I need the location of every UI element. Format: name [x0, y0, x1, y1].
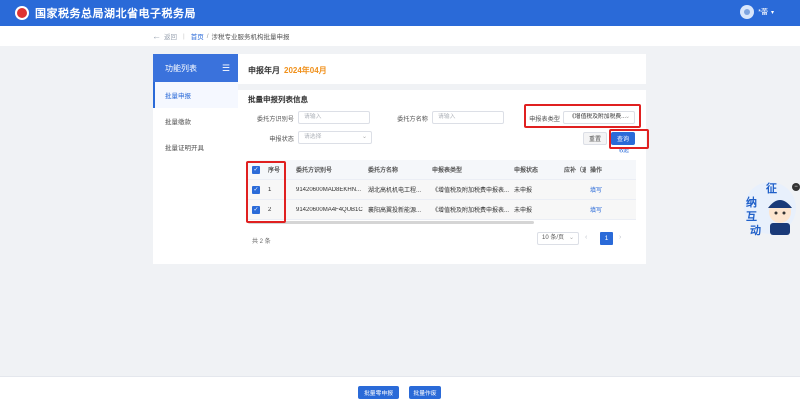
sidebar-item-label[interactable]: 批量缴款 — [165, 116, 191, 126]
chevron-down-icon[interactable]: ⌄ — [569, 233, 574, 244]
row-checkbox[interactable]: ✓ — [248, 185, 264, 194]
chevron-down-icon[interactable]: ⌄ — [362, 132, 367, 143]
next-page-icon[interactable]: › — [619, 234, 621, 241]
back-label[interactable]: 返回 — [164, 31, 177, 41]
client-name-cell: 襄阳高翼投新能源... — [368, 208, 422, 214]
column-header: 委托方识别号 — [296, 168, 333, 174]
column-header: 委托方名称 — [368, 168, 399, 174]
breadcrumb-separator: / — [206, 32, 209, 40]
report-type-cell: 《增值税及附加税费申报表... — [432, 208, 510, 214]
sidebar-item-label[interactable]: 批量申报 — [165, 90, 191, 100]
menu-icon[interactable]: ☰ — [222, 63, 230, 74]
prev-page-icon[interactable]: ‹ — [585, 234, 587, 241]
table-row[interactable]: ✓ 1 91420600MAD8EKHN... 湖北高机机电工程... 《增值税… — [248, 180, 636, 200]
query-button[interactable]: 查询 — [611, 132, 635, 145]
tax-logo-icon — [15, 6, 29, 20]
breadcrumb: ← 返回 | 首页 / 涉税专业服务机构批量申报 — [0, 26, 800, 46]
sidebar: 功能列表 ☰ 批量申报 批量缴款 批量证明开具 — [153, 54, 238, 264]
close-icon[interactable]: − — [792, 183, 800, 191]
avatar[interactable] — [740, 5, 755, 19]
report-type-label: 申报表类型 — [529, 116, 560, 123]
site-title: 国家税务总局湖北省电子税务局 — [35, 8, 196, 20]
batch-zero-report-button[interactable]: 批量零申报 — [358, 386, 399, 399]
client-name-cell: 湖北高机机电工程... — [368, 188, 422, 194]
sidebar-item-batch-payment[interactable]: 批量缴款 — [153, 108, 238, 134]
breadcrumb-current: 涉税专业服务机构批量申报 — [211, 34, 290, 41]
period-value: 2024年04月 — [284, 66, 327, 75]
select-all-checkbox[interactable]: ✓ — [248, 165, 264, 174]
client-id-cell: 91420600MAD8EKHN... — [296, 186, 362, 193]
row-checkbox[interactable]: ✓ — [248, 205, 264, 214]
checkbox-checked-icon[interactable]: ✓ — [252, 185, 260, 194]
sidebar-item-batch-report[interactable]: 批量申报 — [153, 82, 238, 108]
total-count: 共 2 条 — [252, 239, 271, 245]
column-header: 序号 — [268, 168, 281, 174]
fill-link[interactable]: 填写 — [590, 208, 602, 214]
chevron-down-icon[interactable]: ⌄ — [625, 112, 630, 123]
page-number-button[interactable]: 1 — [600, 232, 613, 245]
column-header: 申报状态 — [514, 168, 539, 174]
section-divider — [238, 84, 646, 90]
chevron-down-icon[interactable]: ▾ — [771, 9, 774, 16]
table-row[interactable]: ✓ 2 91420600MA4F4QUB1C 襄阳高翼投新能源... 《增值税及… — [248, 200, 636, 220]
user-name[interactable]: *蕾 — [758, 7, 768, 17]
operation-cell: 填写 — [586, 205, 636, 214]
checkbox-checked-icon[interactable]: ✓ — [252, 205, 260, 214]
arrow-left-icon[interactable]: ← — [152, 31, 161, 41]
column-header: 应补（退） — [564, 168, 586, 174]
status-cell: 未申报 — [514, 188, 533, 194]
client-id-input[interactable]: 请输入 — [298, 111, 370, 124]
user-menu[interactable]: *蕾 ▾ — [740, 5, 774, 19]
sidebar-item-batch-certificate[interactable]: 批量证明开具 — [153, 134, 238, 160]
service-mascot-icon[interactable]: 征纳互动 — [740, 178, 800, 238]
status-placeholder[interactable]: 请选择 — [304, 134, 321, 140]
status-cell: 未申报 — [514, 208, 533, 214]
period-row: 申报年月 2024年04月 — [248, 65, 327, 76]
row-number: 2 — [268, 206, 272, 213]
row-number: 1 — [268, 186, 272, 193]
client-name-label: 委托方名称 — [397, 116, 428, 123]
report-type-value[interactable]: 《增值税及附加税费... — [569, 114, 626, 120]
table-scrollbar[interactable] — [248, 221, 534, 224]
period-label: 申报年月 — [248, 66, 280, 75]
sidebar-item-label[interactable]: 批量证明开具 — [165, 142, 204, 152]
page-size-value[interactable]: 10 条/页 — [542, 235, 564, 241]
checkbox-checked-icon[interactable]: ✓ — [252, 165, 260, 174]
column-header: 申报表类型 — [432, 168, 463, 174]
report-type-select[interactable]: 《增值税及附加税费... ⌄ — [563, 111, 635, 124]
sidebar-header: 功能列表 ☰ — [153, 54, 238, 82]
reset-button[interactable]: 重置 — [583, 132, 607, 145]
top-header: 国家税务总局湖北省电子税务局 *蕾 ▾ — [0, 0, 800, 26]
client-id-label: 委托方识别号 — [256, 116, 294, 123]
main-panel: 申报年月 2024年04月 批量申报列表信息 委托方识别号 请输入 委托方名称 请… — [238, 54, 646, 264]
batch-void-button[interactable]: 批量作废 — [409, 386, 441, 399]
table-header-row: ✓ 序号 委托方识别号 委托方名称 申报表类型 申报状态 应补（退） 操作 — [248, 160, 636, 180]
fill-link[interactable]: 填写 — [590, 188, 602, 194]
report-type-cell: 《增值税及附加税费申报表... — [432, 188, 510, 194]
breadcrumb-home-link[interactable]: 首页 — [191, 31, 204, 41]
status-select[interactable]: 请选择 ⌄ — [298, 131, 372, 144]
column-header: 操作 — [590, 168, 603, 174]
sidebar-title: 功能列表 — [165, 63, 197, 73]
client-name-input[interactable]: 请输入 — [432, 111, 504, 124]
client-id-cell: 91420600MA4F4QUB1C — [296, 206, 363, 213]
operation-cell: 填写 — [586, 185, 636, 194]
report-table: ✓ 序号 委托方识别号 委托方名称 申报表类型 申报状态 应补（退） 操作 ✓ … — [248, 160, 636, 224]
section-title: 批量申报列表信息 — [248, 95, 308, 104]
back-button[interactable]: ← 返回 — [152, 31, 177, 41]
footer-bar: 批量零申报 批量作废 — [0, 376, 800, 404]
divider: | — [183, 32, 185, 40]
status-label: 申报状态 — [269, 136, 294, 143]
collapse-link[interactable]: 收起 — [619, 147, 629, 154]
page-size-select[interactable]: 10 条/页 ⌄ — [537, 232, 579, 245]
